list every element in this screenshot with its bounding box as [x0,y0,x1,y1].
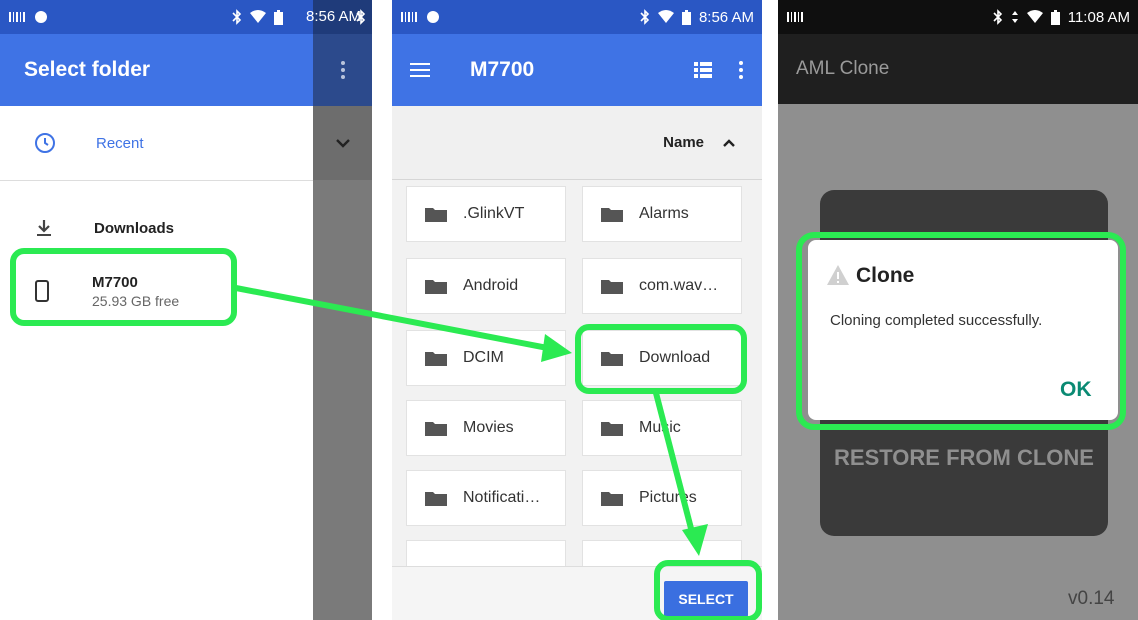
file-browser-screen: 8:56 AM M7700 Name .GlinkVT Alarms Andro… [392,0,762,620]
folder-name: Android [463,277,519,294]
battery-icon [274,9,283,25]
folder-name: Pictures [639,489,697,506]
bluetooth-icon [993,9,1003,25]
barcode-icon [786,10,804,24]
folder-name: Notificati… [463,489,541,506]
folder-name: Music [639,419,681,436]
status-icons-panel1 [232,9,283,25]
status-bar: 8:56 AM [392,0,762,34]
bluetooth-icon [232,9,242,25]
bluetooth-icon [640,9,650,25]
root-label-recent: Recent [96,134,144,152]
highlight-select [654,560,762,620]
folder-tile-partial[interactable] [406,540,566,566]
highlight-m7700 [10,248,237,326]
wifi-icon [1026,10,1043,24]
folder-tile[interactable]: .GlinkVT [406,186,566,242]
select-folder-screen: Select folder Recent Downloads M7700 25.… [0,0,372,620]
folder-name: com.wav… [639,277,719,294]
list-view-icon[interactable] [694,62,712,78]
root-label-downloads: Downloads [94,219,175,237]
dimmed-background[interactable] [313,0,372,620]
aml-clone-screen: 11:08 AM AML Clone RESTORE FROM CLONE Cl… [778,0,1138,620]
root-item-recent[interactable]: Recent [0,106,313,180]
restore-from-clone-button[interactable]: RESTORE FROM CLONE [820,442,1108,474]
folder-name: Alarms [639,205,689,222]
highlight-download [575,324,747,394]
battery-icon [1050,9,1060,25]
clock-icon [34,132,56,154]
folder-tile[interactable]: DCIM [406,330,566,386]
battery-icon [681,9,691,25]
menu-icon[interactable] [410,62,430,78]
sort-bar[interactable]: Name [392,106,762,180]
folder-tile[interactable]: Pictures [582,470,742,526]
barcode-icon [400,10,418,24]
wifi-icon [250,9,266,25]
version-label: v0.14 [1068,588,1115,609]
more-vert-icon[interactable] [340,60,346,80]
app-bar: Select folder [0,34,313,106]
status-time-panel1: 8:56 AM [306,8,362,25]
folder-icon [425,352,447,366]
app-title: AML Clone [796,58,890,79]
page-title: Select folder [24,58,151,81]
folder-tile[interactable]: Music [582,400,742,456]
more-vert-icon[interactable] [738,60,744,80]
app-bar: M7700 [392,34,762,106]
folder-icon [601,208,623,222]
folder-icon [425,492,447,506]
app-bar: AML Clone [778,34,1138,104]
barcode-icon [8,10,26,24]
folder-tile[interactable]: Movies [406,400,566,456]
folder-tile[interactable]: com.wav… [582,258,742,314]
folder-name: DCIM [463,349,504,366]
page-title: M7700 [470,58,535,81]
download-icon [34,218,54,238]
folder-icon [425,422,447,436]
sort-label: Name [663,134,704,151]
folder-name: .GlinkVT [463,205,525,222]
folder-icon [425,280,447,294]
folder-tile[interactable]: Android [406,258,566,314]
dot-icon [426,10,440,24]
folder-tile[interactable]: Notificati… [406,470,566,526]
folder-tile[interactable]: Alarms [582,186,742,242]
folder-name: Movies [463,419,514,436]
wifi-icon [657,10,674,24]
dot-icon [34,10,48,24]
status-time: 11:08 AM [1067,8,1130,26]
folder-icon [425,208,447,222]
status-bar: 11:08 AM [778,0,1138,34]
data-arrows-icon [1011,10,1019,24]
status-time: 8:56 AM [698,8,754,26]
chevron-up-icon[interactable] [722,138,736,148]
highlight-dialog [796,232,1126,430]
folder-icon [601,422,623,436]
folder-icon [601,492,623,506]
chevron-down-icon[interactable] [335,138,351,148]
folder-icon [601,280,623,294]
